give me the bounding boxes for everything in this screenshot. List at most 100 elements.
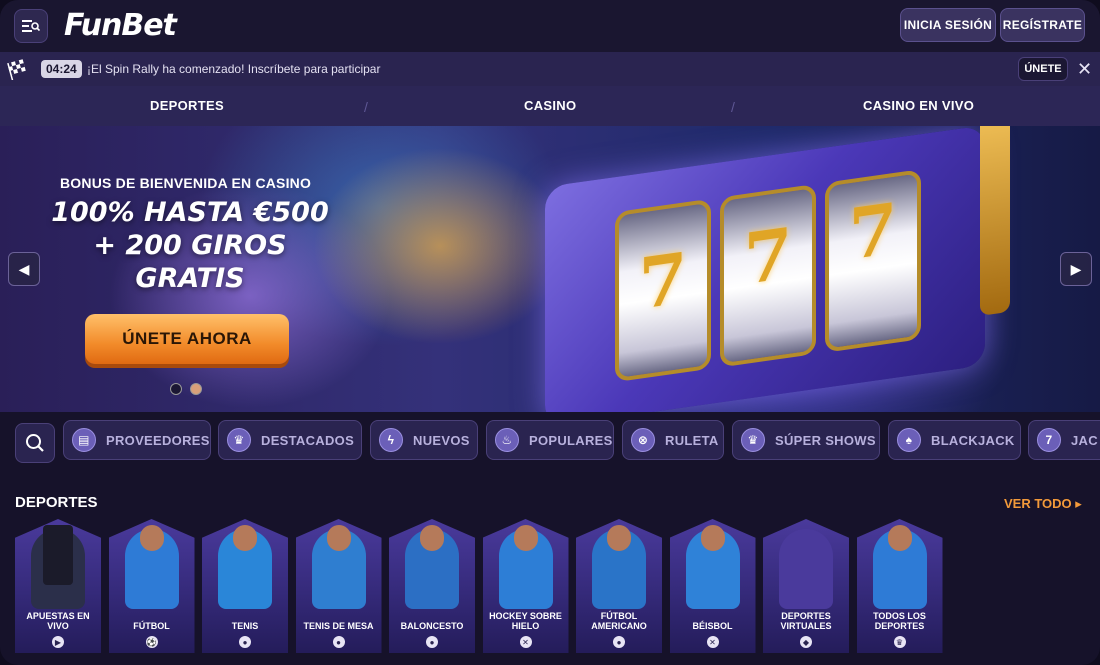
category-chip-label: BLACKJACK	[931, 432, 1015, 448]
promo-strip: 04:24 ¡El Spin Rally ha comenzado! Inscr…	[0, 52, 1100, 86]
sport-card-label: TENIS DE MESA	[303, 621, 374, 631]
category-chip[interactable]: ϟ NUEVOS	[370, 420, 478, 460]
sport-card[interactable]: BALONCESTO ●	[389, 519, 475, 653]
banner-title: 100% HASTA €500 + 200 GIROS GRATIS	[40, 196, 340, 295]
seven-icon: 7	[1037, 428, 1061, 452]
sport-card-label: FÚTBOL	[133, 621, 170, 631]
reel-symbol: 7	[638, 236, 688, 326]
tennis-icon: ●	[239, 636, 251, 648]
category-chip-label: PROVEEDORES	[106, 432, 210, 448]
slide-dot[interactable]	[170, 383, 182, 395]
app-frame: FunBet INICIA SESIÓN REGÍSTRATE 04:24 ¡E…	[0, 0, 1100, 665]
sport-card-label: HOCKEY SOBRE HIELO	[489, 611, 562, 631]
sport-card[interactable]: TENIS DE MESA ●	[295, 519, 382, 653]
sport-card[interactable]: HOCKEY SOBRE HIELO ✕	[482, 519, 569, 653]
sport-card-label: BALONCESTO	[400, 621, 464, 631]
ping-pong-icon: ●	[332, 636, 345, 648]
chevron-left-icon: ◀	[18, 260, 30, 277]
brand-logo[interactable]: FunBet	[64, 8, 177, 43]
search-icon	[26, 434, 44, 452]
slide-dot[interactable]	[190, 383, 202, 395]
sport-card[interactable]: BÉISBOL ✕	[669, 519, 756, 653]
slot-machine-body: 7 7 7	[545, 126, 985, 412]
slide-indicators	[170, 383, 202, 395]
category-chip-label: NUEVOS	[413, 432, 470, 448]
hockey-icon: ✕	[519, 636, 532, 648]
banner-subtitle: BONUS DE BIENVENIDA EN CASINO	[60, 175, 312, 191]
book-icon: ▤	[72, 428, 96, 452]
sport-card[interactable]: TODOS LOS DEPORTES ♛	[856, 519, 943, 653]
sport-figure-head	[513, 525, 538, 551]
reel-symbol: 7	[743, 211, 793, 302]
sport-figure	[779, 529, 833, 609]
category-chip-label: SÚPER SHOWS	[775, 432, 876, 448]
tab-casino-en-vivo[interactable]: CASINO EN VIVO	[863, 98, 974, 113]
join-button[interactable]: ÚNETE	[1018, 57, 1068, 81]
join-now-button[interactable]: ÚNETE AHORA	[85, 314, 289, 364]
sport-figure-head	[43, 525, 73, 585]
sport-figure-head	[700, 525, 725, 551]
slot-reel: 7	[720, 183, 816, 368]
tab-deportes[interactable]: DEPORTES	[150, 98, 224, 113]
sport-card-label: APUESTAS EN VIVO	[26, 611, 90, 631]
sport-figure-head	[233, 525, 257, 551]
promo-message: ¡El Spin Rally ha comenzado! Inscríbete …	[87, 62, 381, 76]
category-chip[interactable]: ♛ SÚPER SHOWS	[732, 420, 880, 460]
gamepad-icon: ◆	[800, 636, 812, 648]
american-football-icon: ●	[613, 636, 625, 648]
nav-separator: /	[731, 99, 735, 115]
category-chip[interactable]: ▤ PROVEEDORES	[63, 420, 211, 460]
sport-card-label: TENIS	[231, 621, 259, 631]
lightning-icon: ϟ	[379, 428, 403, 452]
top-header: FunBet INICIA SESIÓN REGÍSTRATE	[0, 0, 1100, 52]
sport-card[interactable]: FÚTBOL AMERICANO ●	[576, 519, 662, 653]
play-icon: ▶	[52, 636, 64, 648]
search-button[interactable]	[15, 423, 55, 463]
sport-card-label: FÚTBOL AMERICANO	[591, 611, 647, 631]
sport-figure-head	[607, 525, 631, 551]
slot-reel: 7	[825, 169, 921, 353]
next-slide-button[interactable]: ▶	[1060, 252, 1092, 286]
menu-search-button[interactable]	[14, 9, 48, 43]
category-chip[interactable]: ♠ BLACKJACK	[888, 420, 1021, 460]
sport-figure-head	[139, 525, 164, 551]
roulette-icon: ⊗	[631, 428, 655, 452]
sport-card[interactable]: DEPORTES VIRTUALES ◆	[763, 519, 849, 653]
register-button[interactable]: REGÍSTRATE	[1000, 8, 1085, 42]
spade-icon: ♠	[897, 428, 921, 452]
sport-card-label: DEPORTES VIRTUALES	[780, 611, 832, 631]
flame-icon: ♨	[495, 428, 519, 452]
nav-separator: /	[364, 99, 368, 115]
sport-figure-head	[420, 525, 444, 551]
category-chip-label: DESTACADOS	[261, 432, 355, 448]
banner-title-line: 100% HASTA €500	[51, 197, 329, 228]
sport-card[interactable]: FÚTBOL ⚽	[108, 519, 195, 653]
sports-section-title: DEPORTES	[15, 494, 98, 511]
login-button[interactable]: INICIA SESIÓN	[900, 8, 996, 42]
banner-title-line: + 200 GIROS	[93, 230, 287, 261]
football-icon: ⚽	[145, 636, 158, 648]
hero-banner[interactable]: 7 7 7 BONUS DE BIENVENIDA EN CASINO 100%…	[0, 126, 1100, 412]
category-bar: ▤ PROVEEDORES ♛ DESTACADOS ϟ NUEVOS ♨ POPULARES…	[0, 412, 1100, 484]
category-chip[interactable]: ♨ POPULARES	[486, 420, 614, 460]
see-all-link[interactable]: VER TODO ▸	[1004, 496, 1082, 512]
category-chip[interactable]: ♛ DESTACADOS	[218, 420, 362, 460]
banner-title-line: GRATIS	[135, 263, 245, 294]
sport-card[interactable]: TENIS ●	[202, 519, 288, 653]
sport-card-label: TODOS LOS DEPORTES	[873, 611, 926, 631]
category-chip-label: JAC	[1071, 432, 1098, 448]
promo-timer: 04:24	[41, 60, 82, 78]
reel-symbol: 7	[848, 186, 898, 277]
category-chip-label: RULETA	[665, 432, 719, 448]
slot-gold-strip	[980, 126, 1010, 316]
category-chip-label: POPULARES	[529, 432, 613, 448]
prev-slide-button[interactable]: ◀	[8, 252, 40, 286]
tab-casino[interactable]: CASINO	[524, 98, 576, 113]
sport-card[interactable]: APUESTAS EN VIVO ▶	[15, 519, 101, 653]
checkered-flag-icon	[7, 59, 26, 80]
category-chip[interactable]: 7 JAC	[1028, 420, 1100, 460]
category-chip[interactable]: ⊗ RULETA	[622, 420, 724, 460]
close-icon[interactable]: ✕	[1077, 59, 1092, 80]
slot-machine-illustration: 7 7 7	[545, 126, 1015, 412]
chevron-right-icon: ▶	[1070, 260, 1082, 277]
